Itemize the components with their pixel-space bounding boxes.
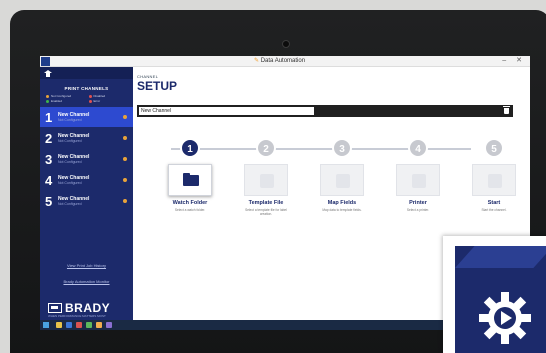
window-title-text: Data Automation bbox=[260, 58, 306, 64]
sidebar-channel-1[interactable]: 1 New Channel Not Configured bbox=[40, 107, 133, 127]
window-controls[interactable]: – ✕ bbox=[502, 56, 526, 64]
legend-enabled: Enabled bbox=[46, 99, 85, 103]
map-fields-icon bbox=[336, 174, 350, 188]
channel-name-input[interactable] bbox=[139, 107, 314, 115]
channel-number: 2 bbox=[45, 130, 53, 146]
legend-error: Error bbox=[88, 99, 128, 103]
step-title: Map Fields bbox=[327, 200, 357, 206]
window-title: ✎ Data Automation bbox=[254, 57, 305, 64]
step-printer[interactable]: 4 Printer Select a printer. bbox=[383, 138, 453, 212]
step-description: Select a template file for label creatio… bbox=[245, 208, 287, 216]
webcam bbox=[282, 40, 290, 48]
channel-status: Not Configured bbox=[58, 181, 82, 185]
sidebar-channel-4[interactable]: 4 New Channel Not Configured bbox=[40, 170, 133, 190]
step-number: 1 bbox=[180, 138, 200, 158]
app-logo-icon bbox=[41, 57, 50, 66]
app-taskbar-icon[interactable] bbox=[96, 322, 102, 328]
step-number: 2 bbox=[256, 138, 276, 158]
step-tile[interactable] bbox=[396, 164, 440, 196]
sidebar-channel-5[interactable]: 5 New Channel Not Configured bbox=[40, 191, 133, 211]
step-tile[interactable] bbox=[320, 164, 364, 196]
step-tile[interactable] bbox=[168, 164, 212, 196]
channel-name-bar bbox=[137, 105, 513, 117]
status-dot-icon bbox=[123, 157, 127, 161]
folder-taskbar-icon[interactable] bbox=[56, 322, 62, 328]
step-title: Printer bbox=[409, 200, 427, 206]
title-bar: ✎ Data Automation – ✕ bbox=[40, 56, 530, 67]
bolt-icon: ✎ bbox=[254, 58, 261, 64]
step-number: 5 bbox=[484, 138, 504, 158]
status-dot-icon bbox=[123, 178, 127, 182]
gear-play-icon bbox=[479, 292, 531, 344]
home-icon[interactable] bbox=[44, 69, 52, 77]
status-dot-icon bbox=[123, 199, 127, 203]
step-watch-folder[interactable]: 1 Watch Folder Select a watch folder. bbox=[155, 138, 225, 212]
product-badge bbox=[443, 236, 546, 353]
step-map-fields[interactable]: 3 Map Fields Map data to template fields… bbox=[307, 138, 377, 212]
step-template-file[interactable]: 2 Template File Select a template file f… bbox=[231, 138, 301, 216]
legend-disabled: Disabled bbox=[88, 94, 128, 98]
brady-mark-icon bbox=[48, 303, 62, 313]
page-title: SETUP bbox=[137, 79, 178, 93]
app-taskbar-icon[interactable] bbox=[86, 322, 92, 328]
status-legend: Not Configured Disabled Enabled Error bbox=[40, 91, 133, 106]
step-tile[interactable] bbox=[472, 164, 516, 196]
step-title: Start bbox=[487, 200, 501, 206]
channel-status: Not Configured bbox=[58, 139, 82, 143]
channel-status: Not Configured bbox=[58, 202, 82, 206]
channel-status: Not Configured bbox=[58, 160, 82, 164]
trash-icon[interactable] bbox=[503, 106, 510, 114]
document-icon bbox=[260, 174, 274, 188]
brady-tagline: WHEN PERFORMANCE MATTERS MOST bbox=[48, 314, 106, 318]
step-description: Select a printer. bbox=[406, 208, 430, 212]
app-taskbar-icon[interactable] bbox=[106, 322, 112, 328]
home-bar bbox=[40, 67, 133, 79]
channel-number: 3 bbox=[45, 151, 53, 167]
step-description: Map data to template fields. bbox=[322, 208, 362, 212]
step-number: 3 bbox=[332, 138, 352, 158]
sidebar-channel-3[interactable]: 3 New Channel Not Configured bbox=[40, 149, 133, 169]
folder-icon bbox=[183, 173, 199, 186]
play-icon bbox=[488, 174, 502, 188]
channel-number: 4 bbox=[45, 172, 53, 188]
printer-icon bbox=[412, 174, 426, 188]
app-taskbar-icon[interactable] bbox=[76, 322, 82, 328]
step-start[interactable]: 5 Start Start the channel. bbox=[459, 138, 529, 212]
browser-taskbar-icon[interactable] bbox=[66, 322, 72, 328]
print-channels-header: PRINT CHANNELS bbox=[64, 86, 109, 91]
channel-status: Not Configured bbox=[58, 118, 82, 122]
status-dot-icon bbox=[123, 115, 127, 119]
status-dot-icon bbox=[123, 136, 127, 140]
print-job-history-link[interactable]: View Print Job History bbox=[40, 263, 133, 268]
step-title: Watch Folder bbox=[172, 200, 208, 206]
channel-number: 1 bbox=[45, 109, 53, 125]
step-number: 4 bbox=[408, 138, 428, 158]
brady-wordmark: BRADY bbox=[65, 301, 111, 315]
step-title: Template File bbox=[248, 200, 284, 206]
channel-number: 5 bbox=[45, 193, 53, 209]
step-tile[interactable] bbox=[244, 164, 288, 196]
automation-monitor-link[interactable]: Brady Automation Monitor bbox=[40, 279, 133, 284]
sidebar-channel-2[interactable]: 2 New Channel Not Configured bbox=[40, 128, 133, 148]
sidebar: PRINT CHANNELS Not Configured Disabled E… bbox=[40, 67, 133, 330]
step-description: Start the channel. bbox=[481, 208, 507, 212]
windows-start-icon[interactable] bbox=[43, 322, 49, 328]
legend-not-configured: Not Configured bbox=[46, 94, 85, 98]
step-description: Select a watch folder. bbox=[174, 208, 206, 212]
brady-logo: BRADY bbox=[48, 301, 110, 315]
product-box-icon bbox=[455, 246, 546, 353]
